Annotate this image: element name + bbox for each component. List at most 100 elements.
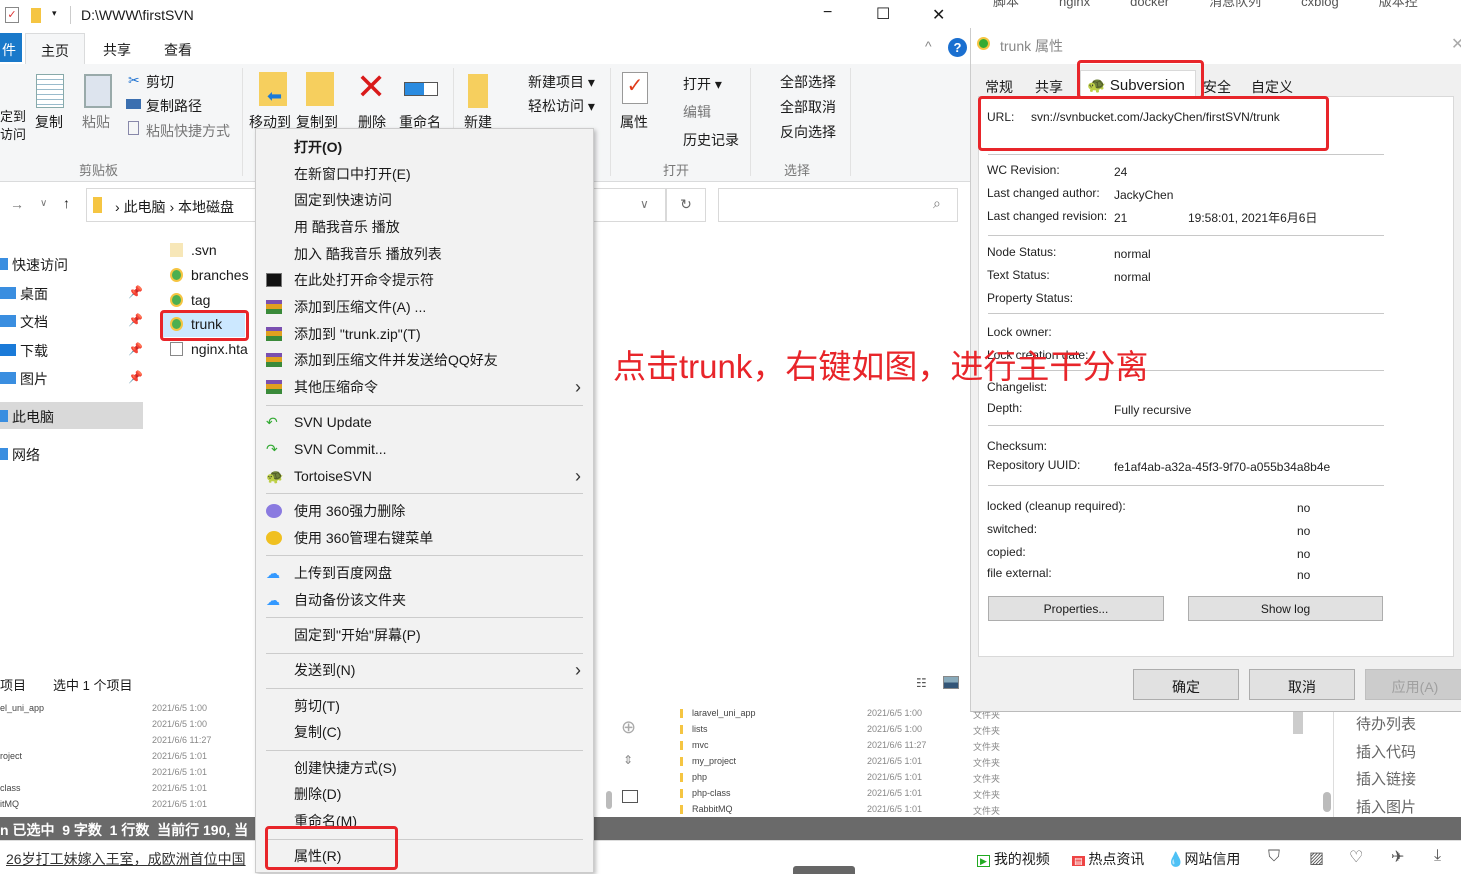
file-item[interactable]: branches	[170, 267, 249, 283]
rocket-icon[interactable]: ✈	[1391, 847, 1404, 867]
properties-button[interactable]: Properties...	[988, 596, 1164, 621]
locate-icon[interactable]: ⊕	[621, 717, 636, 738]
select-none-button[interactable]: 全部取消	[760, 97, 836, 117]
side-menu-item[interactable]: 待办列表	[1356, 713, 1416, 734]
nav-item[interactable]: 下载	[0, 341, 48, 361]
details-view-button[interactable]: ☷	[916, 676, 927, 690]
nav-item[interactable]: 图片	[0, 369, 48, 389]
menu-item[interactable]: ☁ 上传到百度网盘	[256, 560, 593, 587]
bookmark-item[interactable]: 消息队列	[1191, 0, 1261, 9]
list-name[interactable]: my_project	[692, 756, 736, 766]
properties-button[interactable]: 属性	[620, 112, 648, 132]
apply-button[interactable]: 应用(A)	[1365, 669, 1461, 700]
file-item[interactable]: tag	[170, 292, 210, 308]
open-button[interactable]: 打开 ▾	[665, 74, 722, 94]
copy-button[interactable]: 复制	[35, 112, 63, 132]
image-icon[interactable]: ▨	[1309, 848, 1324, 868]
scrollbar-right[interactable]	[1323, 792, 1331, 812]
help-icon[interactable]: ?	[948, 38, 967, 57]
tab-security[interactable]: 安全	[1203, 77, 1231, 97]
menu-item[interactable]: 使用 360强力删除	[256, 498, 593, 525]
menu-item[interactable]: 创建快捷方式(S)	[256, 755, 593, 782]
ok-button[interactable]: 确定	[1133, 669, 1239, 700]
new-item-button[interactable]: 新建项目 ▾	[510, 72, 595, 92]
tab-customize[interactable]: 自定义	[1251, 77, 1293, 97]
menu-item[interactable]: ↷ SVN Commit...	[256, 436, 593, 463]
menu-item[interactable]: 🐢 TortoiseSVN ›	[256, 463, 593, 490]
pin-icon[interactable]: 📌	[128, 342, 143, 356]
ribbon-tab-home[interactable]: 主页	[25, 33, 85, 65]
menu-item[interactable]: 在新窗口中打开(E)	[256, 161, 593, 188]
copy-path-button[interactable]: 复制路径	[146, 96, 202, 116]
history-button[interactable]: 历史记录	[665, 130, 739, 150]
maximize-button[interactable]: ☐	[876, 4, 890, 24]
paste-shortcut-button[interactable]: 粘贴快捷方式	[146, 121, 230, 141]
invert-selection-button[interactable]: 反向选择	[760, 122, 836, 142]
menu-item[interactable]: 固定到快速访问	[256, 187, 593, 214]
easy-access-button[interactable]: 轻松访问 ▾	[510, 96, 595, 116]
up-button[interactable]: ↑	[63, 195, 70, 211]
menu-item[interactable]: 发送到(N) ›	[256, 657, 593, 684]
nav-item[interactable]: 网络	[0, 445, 40, 465]
large-icons-view-button[interactable]	[943, 676, 959, 689]
edit-button[interactable]: 编辑	[665, 102, 711, 122]
news-link[interactable]: 26岁打工妹嫁入王室，成欧洲首位中国	[6, 849, 246, 869]
menu-item[interactable]: 添加到压缩文件(A) ...	[256, 294, 593, 321]
close-button[interactable]: ✕	[932, 5, 945, 25]
show-log-button[interactable]: Show log	[1188, 596, 1383, 621]
my-video-item[interactable]: ▶ 我的视频	[977, 849, 1050, 869]
list-name[interactable]: mvc	[692, 740, 709, 750]
recent-dropdown[interactable]: ∨	[40, 198, 47, 209]
list-name[interactable]: php	[692, 772, 707, 782]
menu-item[interactable]: 其他压缩命令 ›	[256, 374, 593, 401]
menu-item[interactable]: 添加到压缩文件并发送给QQ好友	[256, 347, 593, 374]
scrollbar-mid[interactable]	[1293, 712, 1303, 734]
folder-quick-icon[interactable]	[31, 8, 41, 23]
menu-item[interactable]: 删除(D)	[256, 781, 593, 808]
file-item[interactable]: nginx.hta	[170, 341, 248, 357]
tab-sharing[interactable]: 共享	[1035, 77, 1063, 97]
side-menu-item[interactable]: 插入链接	[1356, 768, 1416, 789]
hot-news-item[interactable]: ▤ 热点资讯	[1072, 849, 1144, 869]
paste-button[interactable]: 粘贴	[82, 112, 110, 132]
menu-item[interactable]: 添加到 "trunk.zip"(T)	[256, 321, 593, 348]
list-name[interactable]: RabbitMQ	[692, 804, 733, 814]
site-credit-item[interactable]: 💧网站信用	[1167, 849, 1240, 869]
menu-item[interactable]: 使用 360管理右键菜单	[256, 525, 593, 552]
bookmark-item[interactable]: 脚本	[975, 0, 1019, 9]
dialog-close-button[interactable]: ✕	[1451, 34, 1461, 54]
search-input[interactable]: ⌕	[718, 188, 958, 222]
shield-icon[interactable]: ⛉	[1268, 848, 1280, 866]
side-menu-item[interactable]: 插入图片	[1356, 796, 1416, 817]
scrollbar-left[interactable]	[606, 791, 612, 809]
quick-access-dropdown-icon[interactable]: ▾	[52, 8, 57, 19]
list-name[interactable]: lists	[692, 724, 708, 734]
menu-item[interactable]: 用 酷我音乐 播放	[256, 214, 593, 241]
address-dropdown-icon[interactable]: ∨	[640, 197, 649, 211]
side-menu-item[interactable]: 插入代码	[1356, 741, 1416, 762]
nav-item[interactable]: 文档	[0, 312, 48, 332]
tab-general[interactable]: 常规	[985, 77, 1013, 97]
pin-icon[interactable]: 📌	[128, 370, 143, 384]
list-name[interactable]: laravel_uni_app	[692, 708, 756, 718]
menu-item[interactable]: 在此处打开命令提示符	[256, 267, 593, 294]
menu-item[interactable]: 剪切(T)	[256, 693, 593, 720]
collapse-ribbon-icon[interactable]: ^	[925, 38, 932, 54]
breadcrumb-item[interactable]: 此电脑	[124, 199, 166, 215]
menu-item[interactable]: 加入 酷我音乐 播放列表	[256, 241, 593, 268]
file-item[interactable]: .svn	[170, 242, 217, 258]
menu-item[interactable]: 固定到"开始"屏幕(P)	[256, 622, 593, 649]
back-button[interactable]: →	[10, 196, 24, 212]
heart-icon[interactable]: ♡	[1349, 847, 1363, 867]
menu-item[interactable]: ☁ 自动备份该文件夹	[256, 587, 593, 614]
nav-item[interactable]: 此电脑	[0, 407, 54, 427]
menu-item[interactable]: 打开(O)	[256, 134, 593, 161]
ribbon-tab-share[interactable]: 共享	[103, 40, 131, 60]
ribbon-tab-file[interactable]: 件	[0, 33, 22, 62]
bookmark-item[interactable]: cxblog	[1283, 0, 1339, 9]
monitor-icon[interactable]	[622, 790, 638, 803]
nav-item[interactable]: 快速访问	[0, 255, 68, 275]
download-icon[interactable]: ⤓	[1434, 847, 1441, 865]
bookmark-item[interactable]: docker	[1112, 0, 1169, 9]
minimize-button[interactable]: −	[823, 4, 832, 22]
